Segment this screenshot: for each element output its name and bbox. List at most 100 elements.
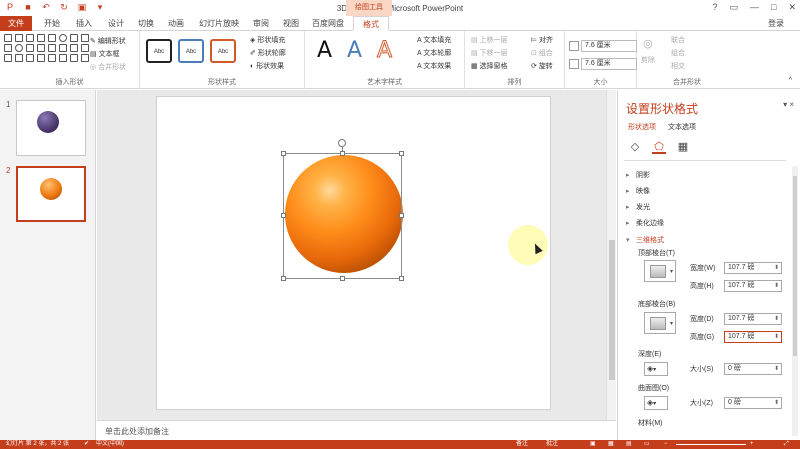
tab-baidu-netdisk[interactable]: 百度网盘: [308, 16, 348, 31]
shape-outline-button[interactable]: ✐ 形状轮廓: [250, 48, 286, 58]
comments-toggle[interactable]: 批注: [546, 440, 558, 449]
wordart-style-blue[interactable]: A: [347, 37, 362, 65]
bottom-width-input[interactable]: 107.7 磅 ⬍: [724, 313, 782, 325]
section-shadow[interactable]: ▸ 阴影: [626, 170, 650, 180]
minimize-icon[interactable]: —: [750, 2, 759, 13]
shape-arrow2-icon[interactable]: [70, 44, 78, 52]
shape-height-input[interactable]: 7.6 厘米: [581, 40, 637, 52]
reading-view-icon[interactable]: ▤: [626, 440, 632, 449]
intersect-button[interactable]: 相交: [671, 61, 685, 71]
zoom-out-icon[interactable]: −: [664, 440, 668, 449]
canvas-scroll-thumb[interactable]: [609, 240, 615, 380]
normal-view-icon[interactable]: ▣: [590, 440, 596, 449]
contour-size-input[interactable]: 0 磅 ⬍: [724, 397, 782, 409]
bottom-height-input[interactable]: 107.7 磅 ⬍: [724, 331, 782, 343]
sorter-view-icon[interactable]: ▦: [608, 440, 614, 449]
tab-view[interactable]: 视图: [276, 16, 306, 31]
shape-wave-icon[interactable]: [37, 54, 45, 62]
resize-handle-nw[interactable]: [281, 151, 286, 156]
spinner-icon[interactable]: ⬍: [774, 332, 779, 342]
size-properties-icon[interactable]: ▦: [676, 140, 690, 154]
tab-insert[interactable]: 插入: [68, 16, 100, 31]
notes-toggle[interactable]: 备注: [516, 440, 528, 449]
shape-star-icon[interactable]: [81, 44, 89, 52]
shape-brace2-icon[interactable]: [70, 54, 78, 62]
wordart-style-black[interactable]: A: [317, 37, 332, 65]
shape-oval-icon[interactable]: [59, 34, 67, 42]
top-height-input[interactable]: 107.7 磅 ⬍: [724, 280, 782, 292]
cut-shape-button[interactable]: 剪除: [641, 55, 655, 65]
tab-animations[interactable]: 动画: [160, 16, 192, 31]
shapes-gallery[interactable]: [4, 34, 89, 62]
zoom-in-icon[interactable]: +: [750, 440, 754, 449]
group-button[interactable]: ⊡ 组合: [531, 48, 553, 58]
pane-scroll-thumb[interactable]: [793, 176, 797, 356]
resize-handle-se[interactable]: [399, 276, 404, 281]
combine-button[interactable]: 组合: [671, 48, 685, 58]
resize-handle-s[interactable]: [340, 276, 345, 281]
text-effects-button[interactable]: A 文本效果: [417, 61, 451, 71]
sign-in-link[interactable]: 登录: [768, 18, 784, 29]
wordart-style-outline[interactable]: A: [376, 37, 392, 65]
tab-text-options[interactable]: 文本选项: [668, 122, 696, 132]
shape-bracket-icon[interactable]: [15, 54, 23, 62]
top-width-input[interactable]: 107.7 磅 ⬍: [724, 262, 782, 274]
merge-shapes-button[interactable]: ◎ 合并形状: [90, 62, 126, 72]
close-icon[interactable]: ×: [789, 100, 794, 109]
union-button[interactable]: 联合: [671, 35, 685, 45]
ribbon-display-icon[interactable]: ▭: [730, 2, 739, 13]
contour-color-button[interactable]: ◈▾: [644, 396, 668, 410]
tab-home[interactable]: 开始: [36, 16, 68, 31]
resize-handle-e[interactable]: [399, 213, 404, 218]
slide-canvas[interactable]: [156, 96, 551, 410]
zoom-slider[interactable]: [676, 444, 746, 445]
rotation-handle[interactable]: [338, 139, 346, 147]
spell-check-icon[interactable]: ✔: [84, 440, 89, 449]
shape-more-icon[interactable]: [81, 54, 89, 62]
depth-color-button[interactable]: ◈▾: [644, 362, 668, 376]
shape-rect3-icon[interactable]: [4, 44, 12, 52]
resize-handle-ne[interactable]: [399, 151, 404, 156]
shape-triangle-icon[interactable]: [81, 34, 89, 42]
rotate-button[interactable]: ⟳ 旋转: [531, 61, 553, 71]
fit-slide-icon[interactable]: ⤢: [784, 440, 789, 449]
slide-1-thumbnail[interactable]: [16, 100, 86, 156]
resize-handle-w[interactable]: [281, 213, 286, 218]
spinner-icon[interactable]: ⬍: [774, 398, 779, 408]
depth-size-input[interactable]: 0 磅 ⬍: [724, 363, 782, 375]
bottom-bevel-picker[interactable]: ▾: [644, 312, 676, 334]
text-box-button[interactable]: ▤ 文本框: [90, 49, 120, 59]
send-backward-button[interactable]: ▤ 下移一层: [471, 48, 508, 58]
pane-close-button[interactable]: ▾ ×: [783, 100, 794, 109]
collapse-ribbon-icon[interactable]: ^: [789, 77, 792, 84]
section-glow[interactable]: ▸ 发光: [626, 202, 650, 212]
shape-rect2-icon[interactable]: [48, 34, 56, 42]
shape-textbox-icon[interactable]: [15, 34, 23, 42]
resize-handle-sw[interactable]: [281, 276, 286, 281]
top-bevel-picker[interactable]: ▾: [644, 260, 676, 282]
shape-brace-icon[interactable]: [4, 54, 12, 62]
shape-tri2-icon[interactable]: [26, 44, 34, 52]
shape-curve-icon[interactable]: [26, 54, 34, 62]
close-icon[interactable]: ✕: [788, 2, 796, 13]
shape-line-icon[interactable]: [26, 34, 34, 42]
canvas-vertical-scrollbar[interactable]: [606, 90, 616, 420]
shape-oval2-icon[interactable]: [15, 44, 23, 52]
shape-bracket2-icon[interactable]: [59, 54, 67, 62]
align-button[interactable]: ⊨ 对齐: [531, 35, 553, 45]
shape-style-orange[interactable]: Abc: [210, 39, 236, 63]
spinner-icon[interactable]: ⬍: [774, 314, 779, 324]
effects-pentagon-icon[interactable]: ⬠: [652, 140, 666, 154]
slideshow-view-icon[interactable]: ▭: [644, 440, 650, 449]
bring-forward-button[interactable]: ▤ 上移一层: [471, 35, 508, 45]
slide-2-thumbnail[interactable]: [16, 166, 86, 222]
shape-style-blue[interactable]: Abc: [178, 39, 204, 63]
spinner-icon[interactable]: ⬍: [774, 364, 779, 374]
pane-scrollbar[interactable]: [792, 166, 798, 436]
spinner-icon[interactable]: ⬍: [774, 263, 779, 273]
text-outline-button[interactable]: A 文本轮廓: [417, 48, 451, 58]
edit-shape-button[interactable]: ✎ 编辑形状: [90, 36, 126, 46]
tab-slideshow[interactable]: 幻灯片放映: [194, 16, 244, 31]
help-icon[interactable]: ?: [712, 2, 717, 13]
shape-rect-icon[interactable]: [4, 34, 12, 42]
